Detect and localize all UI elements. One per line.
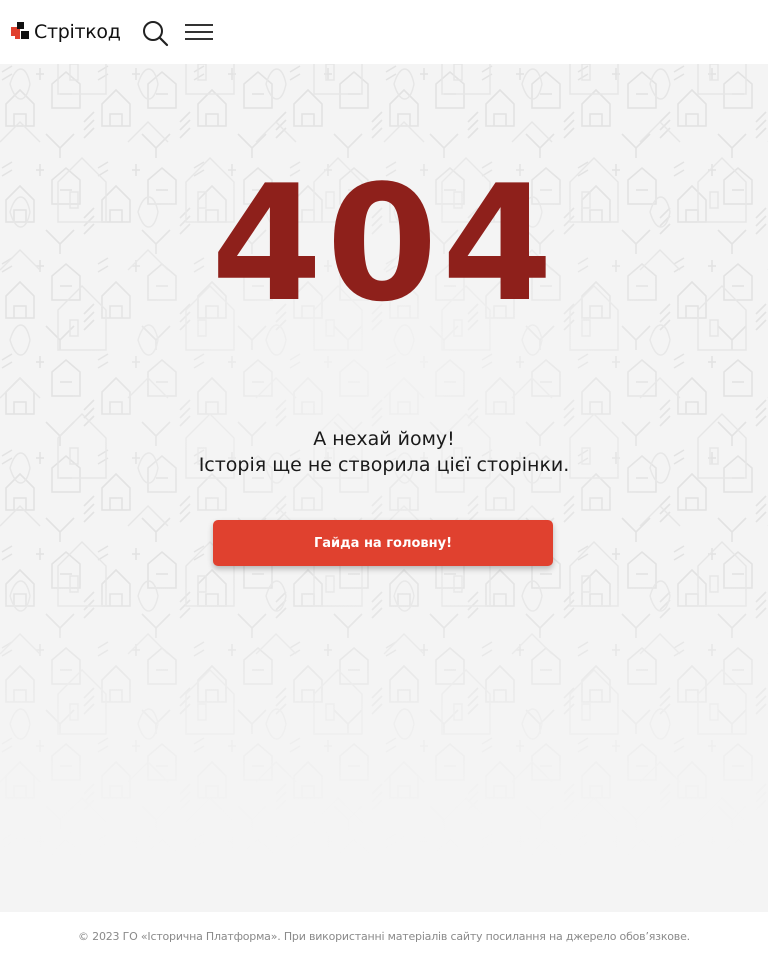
site-logo[interactable]: Стріткод xyxy=(11,19,121,45)
error-subtitle: Історія ще не створила цієї сторінки. xyxy=(198,454,570,476)
search-button[interactable] xyxy=(141,19,169,47)
menu-button[interactable] xyxy=(183,20,215,44)
error-page-main: 404 А нехай йому! Історія ще не створила… xyxy=(0,64,768,912)
logo-text: Стріткод xyxy=(34,21,121,43)
site-header: Стріткод xyxy=(0,0,768,64)
error-title: А нехай йому! xyxy=(313,428,455,450)
logo-mark-icon xyxy=(11,22,29,39)
search-icon xyxy=(143,21,169,47)
go-home-button[interactable]: Гайда на головну! xyxy=(213,520,553,566)
hamburger-menu-icon xyxy=(185,24,213,40)
site-footer: © 2023 ГО «Історична Платформа». При вик… xyxy=(0,912,768,960)
error-code: 404 xyxy=(211,150,557,337)
footer-copyright: © 2023 ГО «Історична Платформа». При вик… xyxy=(78,929,690,943)
